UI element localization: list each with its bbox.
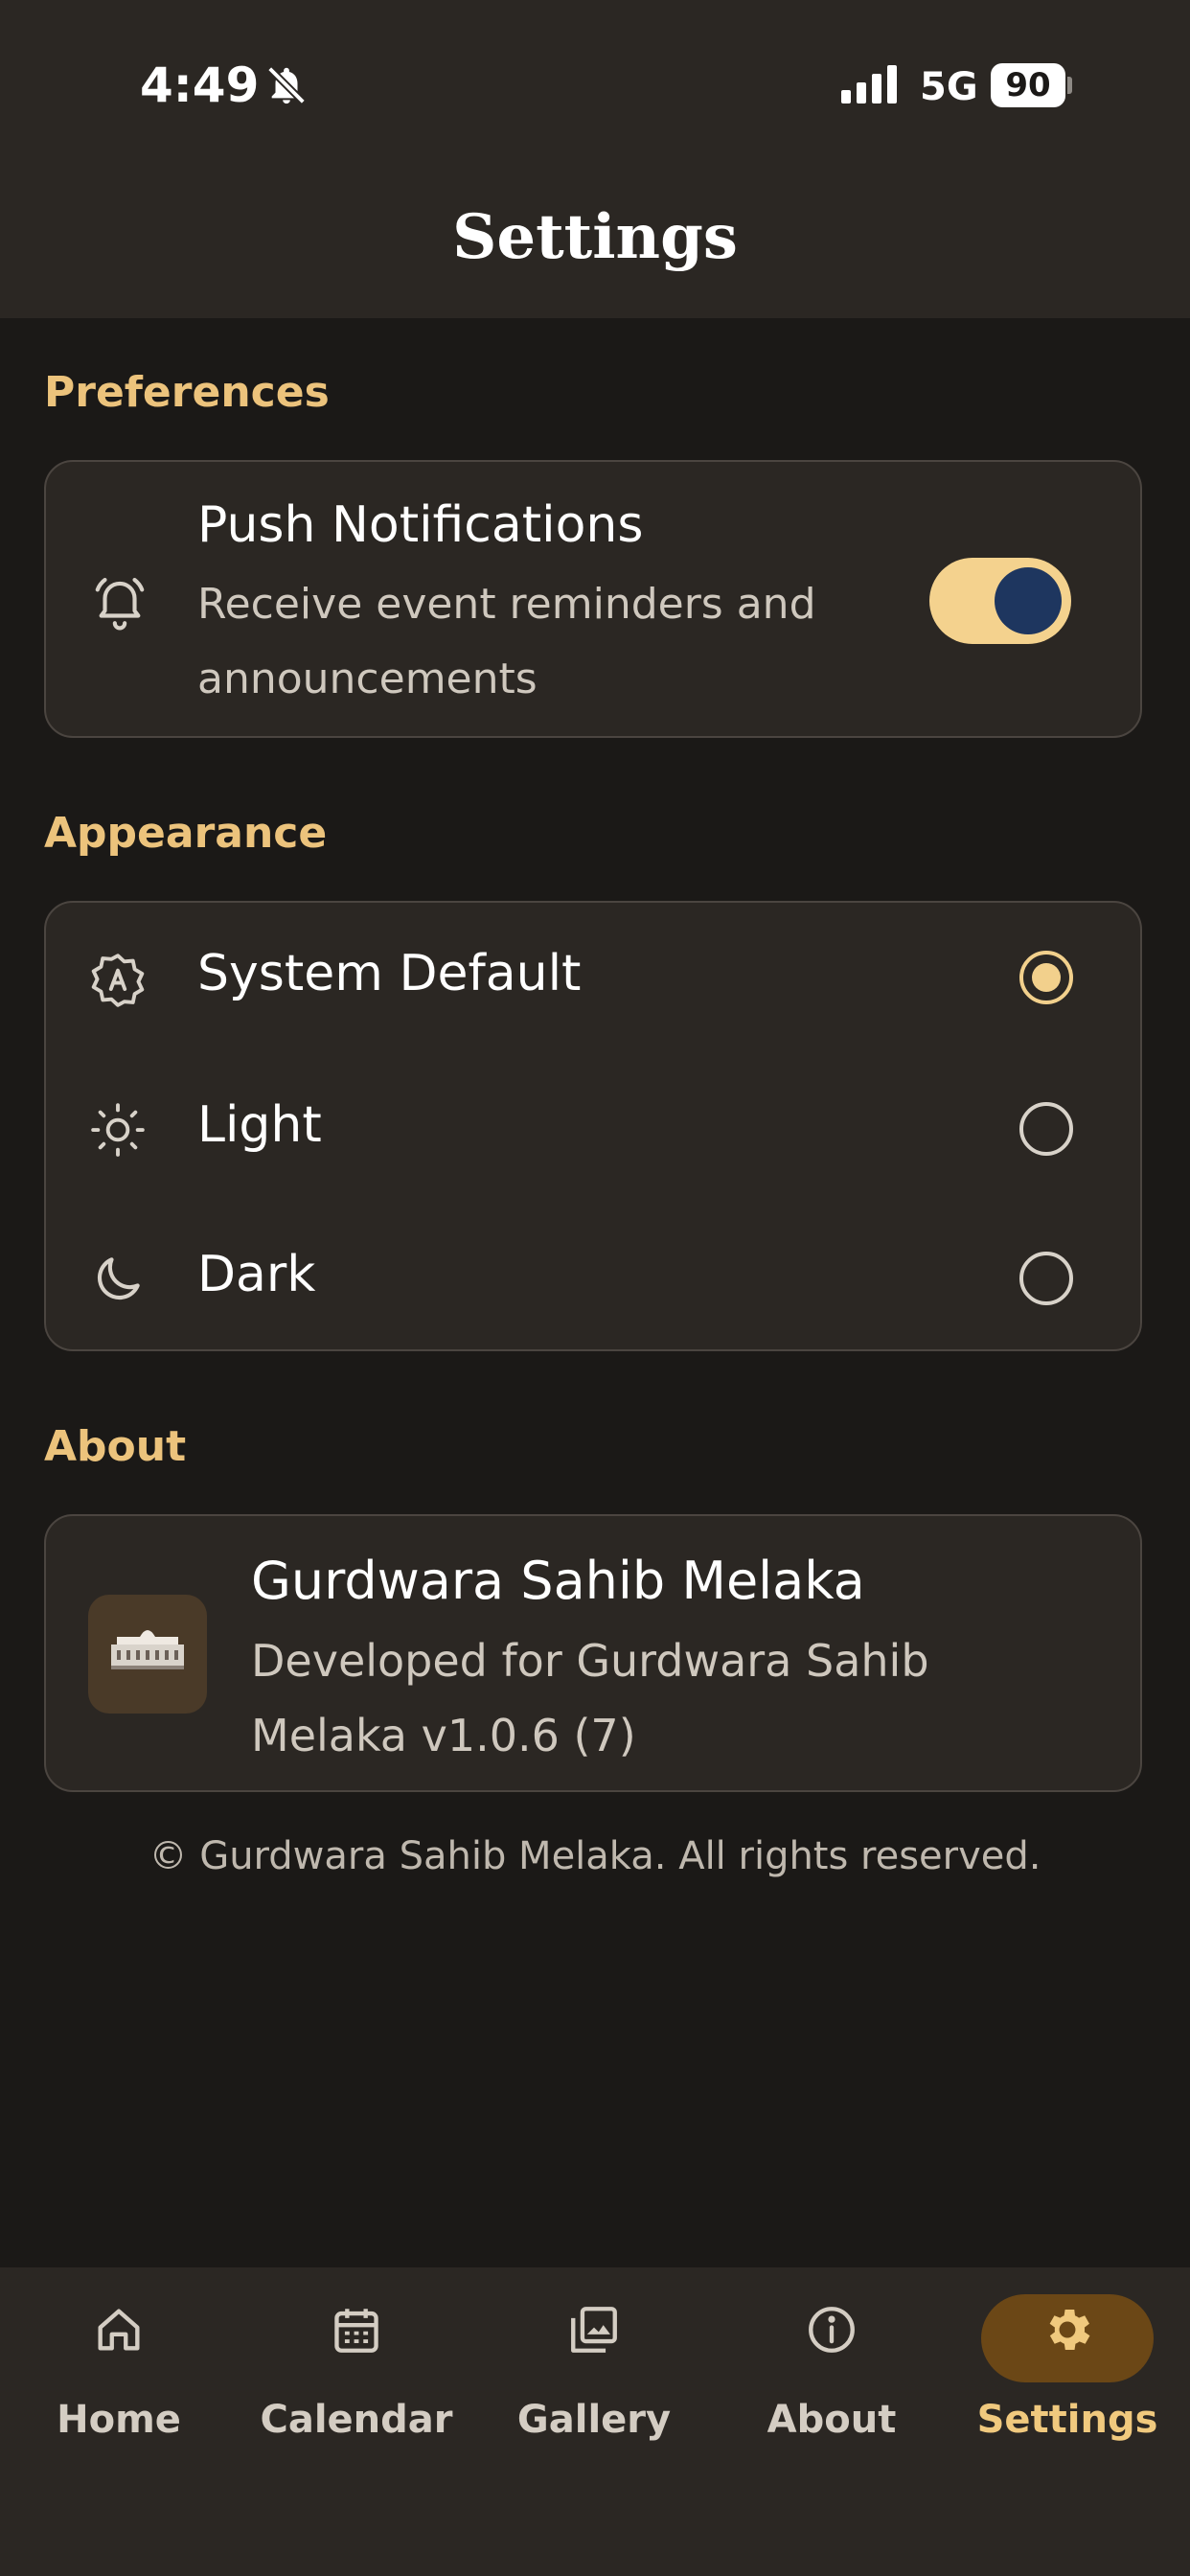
- moon-icon: [88, 1250, 148, 1313]
- tab-label: Calendar: [260, 2398, 453, 2442]
- radio-unselected[interactable]: [1019, 1252, 1073, 1305]
- tab-label: Settings: [976, 2398, 1158, 2442]
- battery-indicator: 90: [991, 63, 1065, 107]
- battery-tip: [1067, 77, 1072, 94]
- signal-icon: [841, 65, 903, 107]
- status-bar: 4:49 5G 90: [0, 0, 1190, 172]
- copyright-text: © Gurdwara Sahib Melaka. All rights rese…: [149, 1834, 1041, 1878]
- calendar-icon: [238, 2302, 475, 2358]
- home-icon: [0, 2302, 238, 2358]
- push-notifications-description: Receive event reminders and announcement…: [197, 580, 816, 703]
- tab-about[interactable]: About: [713, 2267, 950, 2459]
- about-card: Gurdwara Sahib Melaka Developed for Gurd…: [44, 1514, 1142, 1792]
- app-version-description: Developed for Gurdwara Sahib Melaka v1.0…: [251, 1635, 929, 1761]
- sun-icon: [88, 1100, 148, 1163]
- appearance-card: System Default Light Dark: [44, 901, 1142, 1351]
- app-logo: [88, 1595, 207, 1714]
- auto-theme-icon: [88, 951, 148, 1014]
- section-label-appearance: Appearance: [44, 809, 328, 858]
- appearance-option-system-default[interactable]: System Default: [46, 903, 1140, 1054]
- page-title: Settings: [452, 201, 738, 273]
- tab-label: Gallery: [516, 2398, 672, 2442]
- tab-label: About: [767, 2398, 897, 2442]
- top-bar: 4:49 5G 90 Settings: [0, 0, 1190, 318]
- silent-mode-icon: [264, 63, 309, 111]
- radio-selected[interactable]: [1019, 951, 1073, 1004]
- appearance-option-label: System Default: [197, 945, 582, 1002]
- tab-settings[interactable]: Settings: [949, 2267, 1186, 2459]
- appearance-option-label: Dark: [197, 1246, 316, 1303]
- gear-icon: [949, 2302, 1186, 2358]
- tab-label: Home: [57, 2398, 181, 2442]
- bottom-tab-bar: Home Calendar Gallery About Settings: [0, 2267, 1190, 2576]
- push-notifications-title: Push Notifications: [197, 496, 644, 554]
- tab-calendar[interactable]: Calendar: [238, 2267, 475, 2459]
- app-name: Gurdwara Sahib Melaka: [251, 1551, 865, 1611]
- section-label-preferences: Preferences: [44, 368, 330, 417]
- network-type: 5G: [920, 65, 978, 109]
- push-notifications-card: Push Notifications Receive event reminde…: [44, 460, 1142, 738]
- toggle-knob: [995, 567, 1062, 634]
- section-label-about: About: [44, 1422, 187, 1471]
- gallery-icon: [475, 2302, 713, 2358]
- radio-unselected[interactable]: [1019, 1102, 1073, 1156]
- status-time: 4:49: [140, 58, 260, 113]
- push-notifications-toggle[interactable]: [929, 558, 1071, 644]
- appearance-option-label: Light: [197, 1096, 322, 1154]
- appearance-option-dark[interactable]: Dark: [46, 1206, 1140, 1353]
- bell-icon: [90, 571, 149, 634]
- info-icon: [713, 2302, 950, 2358]
- tab-home[interactable]: Home: [0, 2267, 238, 2459]
- appearance-option-light[interactable]: Light: [46, 1054, 1140, 1206]
- tab-gallery[interactable]: Gallery: [475, 2267, 713, 2459]
